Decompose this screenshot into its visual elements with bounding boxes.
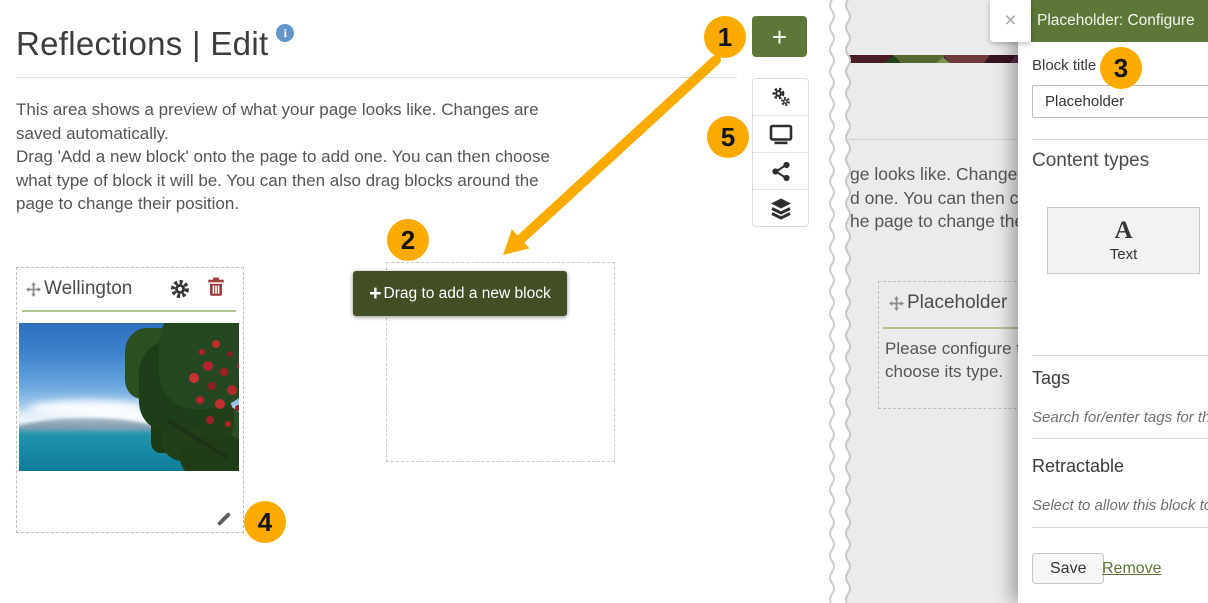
block-title-label: Block title — [1032, 57, 1096, 74]
display-icon[interactable] — [753, 116, 808, 153]
add-block-button[interactable]: + — [752, 16, 807, 57]
annotation-step-2: 2 — [387, 219, 429, 261]
close-icon[interactable]: × — [990, 0, 1031, 42]
retractable-label: Retractable — [1032, 456, 1124, 477]
page-title: Reflections | Edit i — [16, 24, 294, 63]
modal-header-title: Placeholder: Configure — [1037, 12, 1195, 29]
title-divider — [16, 77, 737, 78]
content-types-label: Content types — [1032, 150, 1149, 172]
wellington-photo — [19, 323, 239, 471]
annotation-step-5: 5 — [707, 116, 749, 158]
info-icon[interactable]: i — [276, 24, 294, 42]
layers-icon[interactable] — [753, 190, 808, 226]
wellington-block-header[interactable]: Wellington — [17, 268, 243, 308]
remove-link[interactable]: Remove — [1102, 560, 1162, 578]
preview-text-line: he page to change thei — [850, 211, 1028, 232]
placeholder-text-line: Please configure t — [885, 339, 1021, 359]
modal-divider — [1032, 355, 1208, 356]
preview-text-line: ge looks like. Changes a — [850, 164, 1041, 185]
move-icon[interactable] — [26, 282, 41, 302]
plus-icon: + — [772, 22, 787, 52]
page-banner-image — [848, 55, 1031, 63]
pohutukawa-tree-shape — [120, 323, 239, 471]
move-icon — [889, 296, 904, 316]
annotation-step-4: 4 — [244, 501, 286, 543]
content-type-label: Text — [1110, 246, 1138, 263]
config-modal: Placeholder: Configure × Block title Con… — [1018, 0, 1208, 603]
placeholder-text-line: choose its type. — [885, 362, 1003, 382]
drag-to-add-block-button[interactable]: + Drag to add a new block — [353, 271, 567, 316]
retractable-hint: Select to allow this block to be retract… — [1032, 497, 1208, 514]
share-icon[interactable] — [753, 153, 808, 190]
tags-input[interactable]: Search for/enter tags for this block — [1032, 409, 1208, 426]
annotation-step-1: 1 — [704, 16, 746, 58]
content-type-text[interactable]: A Text — [1047, 207, 1200, 274]
settings-gears-icon[interactable] — [753, 79, 808, 116]
annotation-step-3: 3 — [1100, 47, 1142, 89]
modal-divider — [1032, 527, 1208, 528]
editor-toolbar — [752, 78, 809, 227]
page-description: This area shows a preview of what your p… — [16, 98, 636, 216]
modal-header: Placeholder: Configure — [1018, 0, 1208, 42]
block-underline — [22, 310, 236, 312]
save-button[interactable]: Save — [1032, 553, 1104, 584]
tags-label: Tags — [1032, 368, 1070, 389]
trash-icon[interactable] — [205, 277, 227, 299]
block-resize-handle[interactable] — [217, 512, 231, 526]
placeholder-block-title: Placeholder — [907, 292, 1007, 314]
preview-text-line: d one. You can then ch — [850, 188, 1028, 209]
modal-divider — [1032, 139, 1208, 140]
drag-button-label: Drag to add a new block — [384, 285, 551, 303]
wellington-block-title: Wellington — [44, 278, 132, 300]
page-title-text: Reflections | Edit — [16, 25, 268, 62]
tags-input-underline — [1032, 438, 1208, 439]
plus-icon: + — [369, 283, 381, 304]
text-type-icon: A — [1114, 218, 1132, 244]
wellington-block[interactable]: Wellington — [16, 267, 244, 533]
block-configure-gear-icon[interactable] — [169, 278, 191, 300]
block-title-input[interactable] — [1032, 85, 1208, 118]
